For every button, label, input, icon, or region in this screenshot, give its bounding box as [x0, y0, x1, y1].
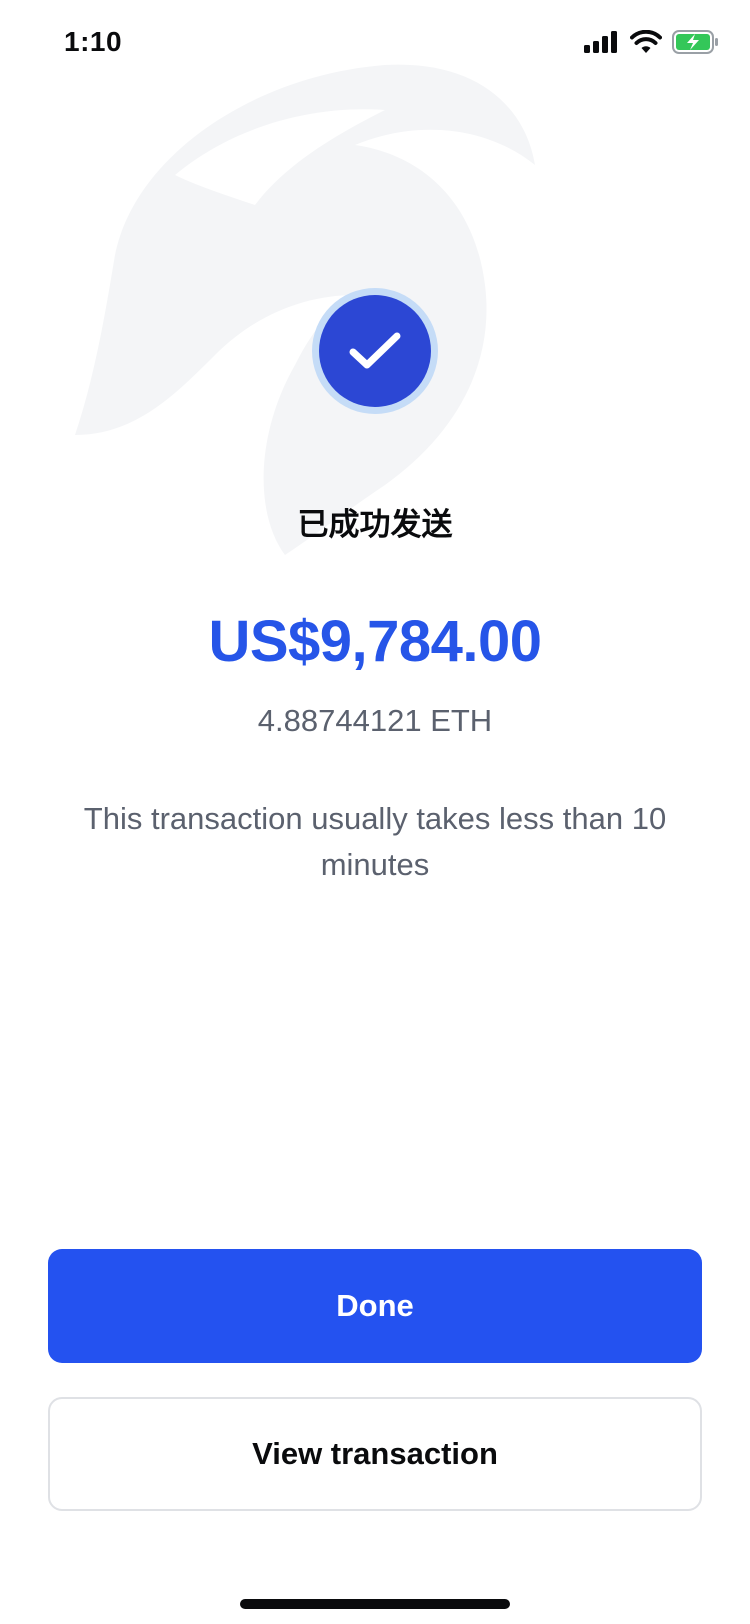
- done-button-label: Done: [336, 1288, 414, 1323]
- eta-message: This transaction usually takes less than…: [83, 801, 667, 882]
- cellular-signal-icon: [584, 31, 620, 53]
- battery-charging-icon: [672, 30, 720, 54]
- sent-title: 已成功发送: [297, 507, 453, 543]
- fiat-amount: US$9,784.00: [208, 609, 542, 674]
- home-indicator[interactable]: [240, 1599, 510, 1609]
- view-transaction-button[interactable]: View transaction: [48, 1397, 702, 1511]
- status-icons: [584, 30, 720, 54]
- done-button[interactable]: Done: [48, 1249, 702, 1363]
- view-transaction-button-label: View transaction: [252, 1436, 498, 1471]
- checkmark-icon: [319, 295, 431, 407]
- coinbase-eagle-watermark: [75, 64, 535, 555]
- wifi-icon: [630, 30, 662, 54]
- crypto-amount: 4.88744121 ETH: [257, 703, 493, 738]
- success-badge: [312, 288, 438, 414]
